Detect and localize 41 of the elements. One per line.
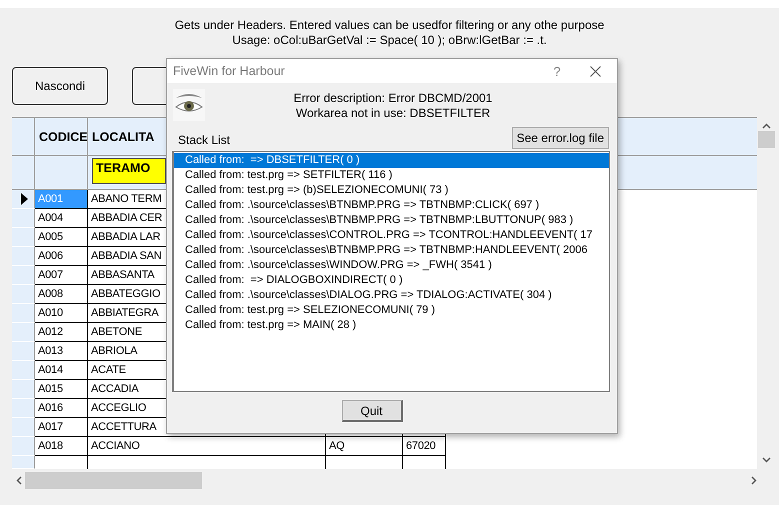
table-cell: A006: [35, 247, 88, 266]
table-cell: A012: [35, 323, 88, 342]
table-cell: AQ: [326, 437, 403, 456]
stack-list-item[interactable]: Called from: => DBSETFILTER( 0 ): [174, 153, 609, 168]
scrollbar-thumb[interactable]: [758, 131, 774, 148]
table-cell: A010: [35, 304, 88, 323]
table-cell: A017: [35, 418, 88, 437]
table-cell: A016: [35, 399, 88, 418]
dialog-title: FiveWin for Harbour: [173, 64, 286, 78]
table-cell: A004: [35, 209, 88, 228]
table-cell: A013: [35, 342, 88, 361]
see-log-button[interactable]: See error.log file: [512, 127, 609, 149]
error-text: Error description: Error DBCMD/2001: [294, 91, 492, 106]
table-cell: A014: [35, 361, 88, 380]
table-cell: A007: [35, 266, 88, 285]
table-cell: A001: [35, 190, 88, 209]
eye-icon: [173, 89, 205, 121]
error-text: Workarea not in use: DBSETFILTER: [296, 106, 490, 121]
scroll-right-icon[interactable]: [751, 476, 757, 484]
stack-list-label: Stack List: [178, 133, 230, 147]
stack-list[interactable]: [172, 151, 610, 392]
scrollbar-thumb[interactable]: [25, 472, 202, 488]
table-cell: 67020: [403, 437, 446, 456]
table-cell: A008: [35, 285, 88, 304]
table-cell: A018: [35, 437, 88, 456]
table-cell: ACCIANO: [88, 437, 326, 456]
quit-button[interactable]: Quit: [342, 400, 402, 422]
scroll-left-icon[interactable]: [16, 476, 22, 484]
stack-list-item[interactable]: Called from: test.prg => SETFILTER( 116 ): [174, 168, 609, 183]
help-button[interactable]: ?: [534, 64, 580, 78]
toolbar-button[interactable]: Nascondi: [12, 67, 108, 105]
info-text: Gets under Headers. Entered values can be usedfor filtering or any othe purpose: [174, 18, 604, 33]
scroll-down-icon[interactable]: [762, 457, 770, 463]
close-icon[interactable]: [590, 66, 601, 76]
column-header[interactable]: CODICE: [35, 118, 88, 155]
filter-field[interactable]: TERAMO: [92, 158, 166, 184]
table-cell: A005: [35, 228, 88, 247]
scroll-up-icon[interactable]: [762, 123, 770, 129]
info-text: Usage: oCol:uBarGetVal := Space( 10 ); oBrw:lGetBar := .t.: [232, 33, 547, 48]
row-header[interactable]: [12, 190, 35, 209]
table-cell: A015: [35, 380, 88, 399]
